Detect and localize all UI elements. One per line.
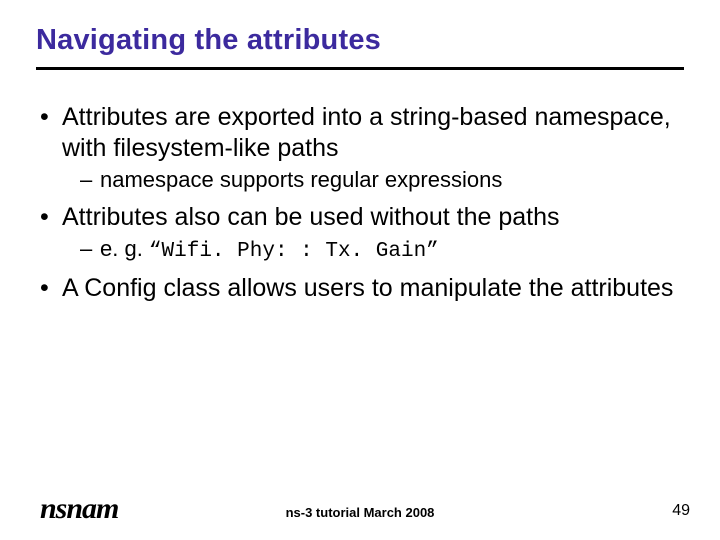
bullet-item: Attributes also can be used without the … <box>36 202 684 265</box>
footer: nsnam ns-3 tutorial March 2008 49 <box>0 486 720 526</box>
bullet-item: A Config class allows users to manipulat… <box>36 273 684 304</box>
sub-code: “Wifi. Phy: : Tx. Gain” <box>149 240 439 263</box>
slide: Navigating the attributes Attributes are… <box>0 0 720 540</box>
slide-body: Attributes are exported into a string-ba… <box>36 102 684 303</box>
footer-center: ns-3 tutorial March 2008 <box>0 505 720 520</box>
sub-prefix: e. g. <box>100 236 149 261</box>
sub-item: namespace supports regular expressions <box>80 167 684 194</box>
sub-item: e. g. “Wifi. Phy: : Tx. Gain” <box>80 236 684 265</box>
bullet-text: Attributes are exported into a string-ba… <box>62 103 671 162</box>
slide-title: Navigating the attributes <box>36 24 684 57</box>
sub-text: namespace supports regular expressions <box>100 167 502 192</box>
sub-list: e. g. “Wifi. Phy: : Tx. Gain” <box>62 236 684 265</box>
title-rule <box>36 67 684 70</box>
page-number: 49 <box>672 502 690 520</box>
bullet-list: Attributes are exported into a string-ba… <box>36 102 684 303</box>
sub-list: namespace supports regular expressions <box>62 167 684 194</box>
bullet-text: Attributes also can be used without the … <box>62 203 560 231</box>
bullet-item: Attributes are exported into a string-ba… <box>36 102 684 194</box>
bullet-text: A Config class allows users to manipulat… <box>62 274 673 302</box>
